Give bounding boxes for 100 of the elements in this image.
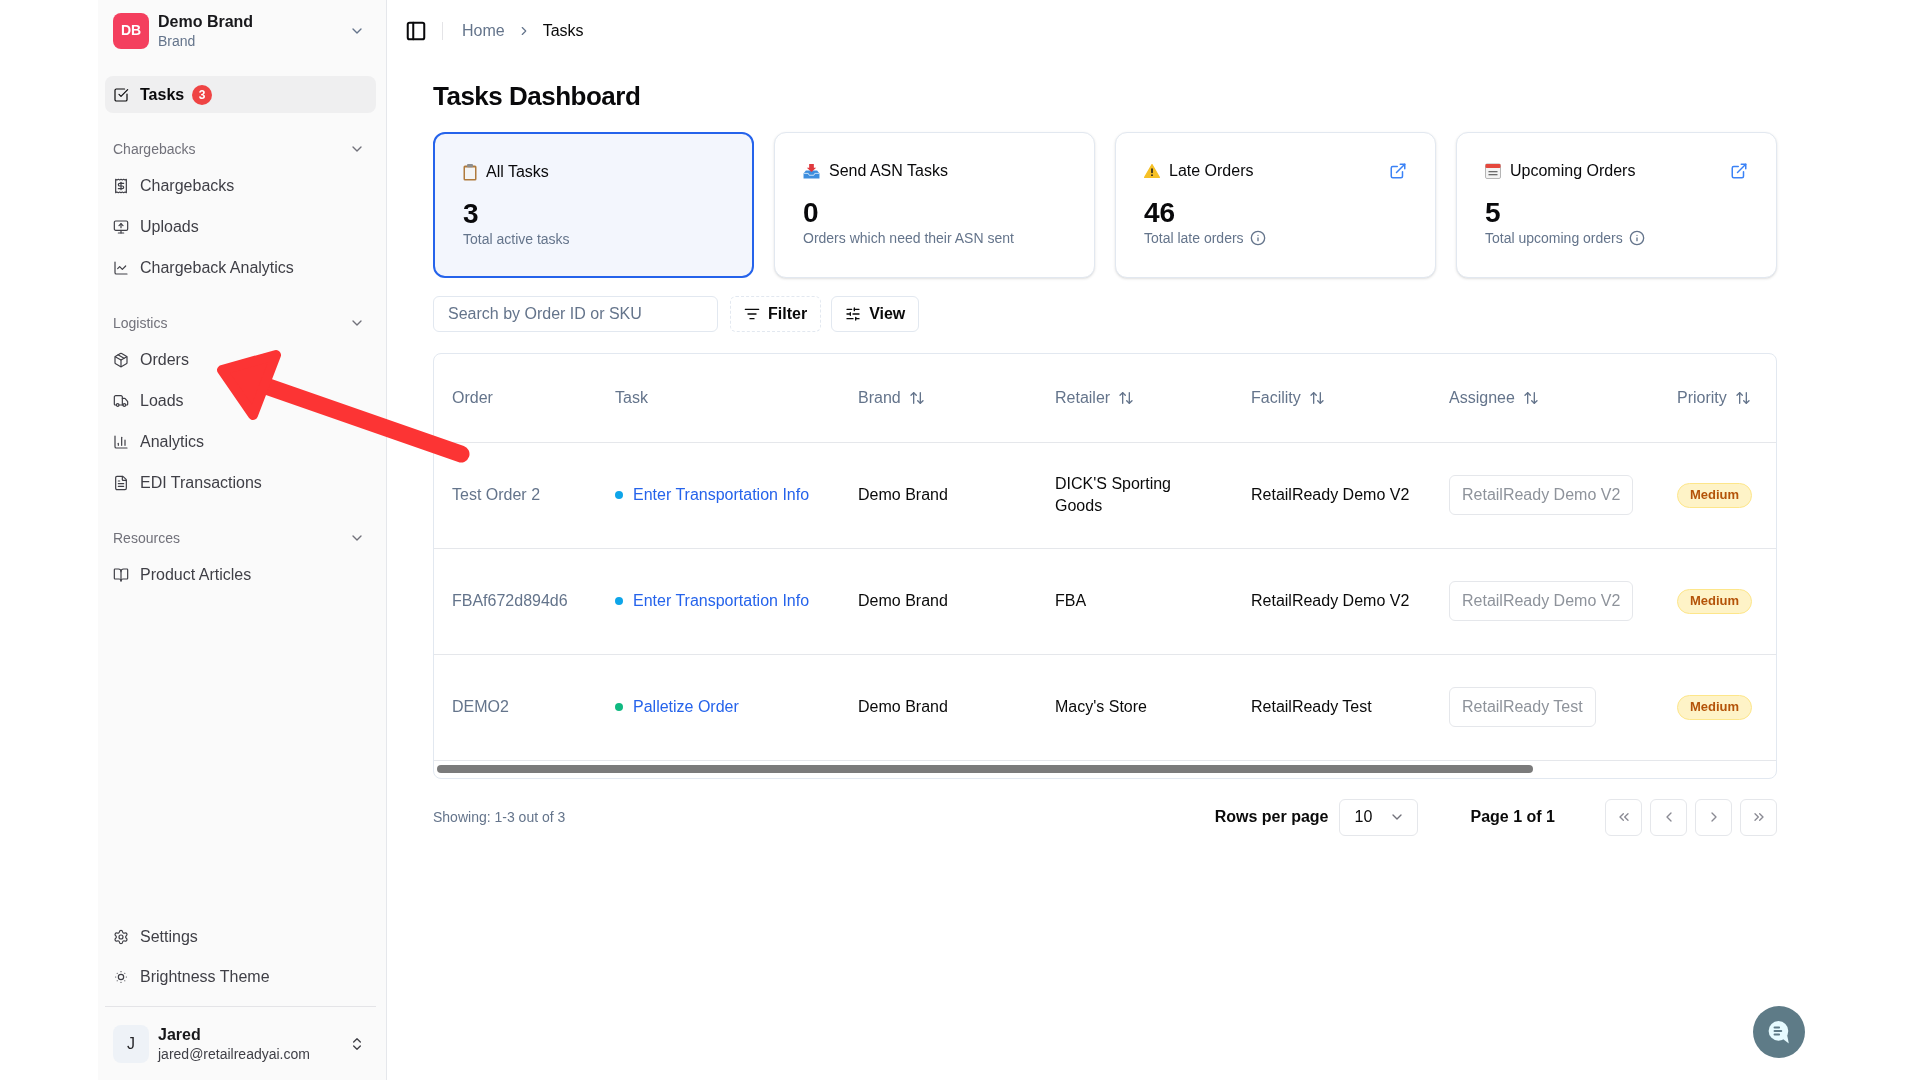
priority-badge: Medium	[1677, 588, 1753, 614]
sort-icon	[908, 389, 925, 406]
line-chart-icon	[113, 259, 129, 276]
sidebar-item[interactable]: Orders	[105, 339, 376, 380]
search-field[interactable]: Search by Order ID or SKU	[433, 296, 718, 332]
sidebar-item[interactable]: Analytics	[105, 421, 376, 462]
section-header[interactable]: Logistics	[105, 307, 376, 339]
count-badge: 3	[192, 84, 213, 105]
brand-name: Demo Brand	[858, 486, 948, 503]
scrollbar-thumb[interactable]	[437, 765, 1533, 773]
stat-card[interactable]: Late Orders 46 Total late orders	[1115, 132, 1436, 278]
sliders-icon	[845, 306, 862, 322]
sidebar-item[interactable]: Chargebacks	[105, 165, 376, 206]
task-link[interactable]: Enter Transportation Info	[633, 483, 810, 507]
sort-icon	[1118, 389, 1135, 406]
card-value: 0	[803, 199, 819, 227]
card-caption: Total late orders	[1144, 228, 1244, 248]
card-caption: Total upcoming orders	[1485, 228, 1623, 248]
settings-icon	[113, 929, 129, 945]
book-icon	[113, 566, 129, 583]
brand-name: Demo Brand	[858, 698, 948, 715]
filter-icon	[744, 306, 760, 322]
card-title: All Tasks	[486, 162, 549, 182]
user-avatar[interactable]: J	[113, 1024, 149, 1063]
truck-icon	[113, 392, 129, 409]
stat-card[interactable]: All Tasks 3 Total active tasks	[433, 132, 754, 278]
sidebar-item[interactable]: Settings	[105, 917, 376, 957]
monitor-upload-icon	[113, 218, 129, 235]
retailer-name: Macy's Store	[1055, 697, 1147, 717]
sidebar-item[interactable]: EDI Transactions	[105, 462, 376, 503]
sort-icon	[1308, 389, 1325, 406]
card-title: Upcoming Orders	[1510, 161, 1636, 181]
card-caption: Total active tasks	[463, 229, 570, 249]
warning-icon	[1144, 164, 1160, 178]
retailer-name: DICK'S Sporting Goods	[1055, 474, 1172, 516]
section-header[interactable]: Chargebacks	[105, 133, 376, 165]
user-name: Jared	[158, 1024, 202, 1045]
stat-card[interactable]: Upcoming Orders 5 Total upcoming orders	[1456, 132, 1777, 278]
sidebar-item[interactable]: Tasks 3	[105, 76, 376, 113]
column-header[interactable]: Brand	[858, 385, 925, 410]
order-id: DEMO2	[452, 698, 509, 715]
order-id: FBAf672d894d6	[452, 592, 568, 609]
panel-icon	[405, 20, 427, 42]
info-icon[interactable]	[1249, 230, 1266, 246]
column-header[interactable]: Retailer	[1055, 385, 1135, 410]
sidebar-toggle-button[interactable]	[405, 20, 427, 42]
bar-chart-icon	[113, 433, 129, 450]
workspace-name: Demo Brand	[158, 11, 254, 32]
column-header: Task	[615, 388, 648, 406]
sidebar-item[interactable]: Chargeback Analytics	[105, 247, 376, 288]
chat-bubble-icon	[1767, 1020, 1791, 1044]
clipboard-icon	[463, 163, 477, 181]
sidebar-item[interactable]: Uploads	[105, 206, 376, 247]
page-indicator: Page 1 of 1	[1470, 807, 1555, 827]
filter-button[interactable]: Filter	[730, 296, 822, 332]
sidebar-item[interactable]: Product Articles	[105, 554, 376, 595]
package-icon	[113, 351, 129, 368]
facility-name: RetailReady Demo V2	[1251, 486, 1410, 503]
page-title: Tasks Dashboard	[433, 80, 641, 112]
brand-avatar[interactable]: DB	[113, 12, 149, 49]
task-link[interactable]: Enter Transportation Info	[633, 589, 810, 613]
card-value: 5	[1485, 199, 1501, 227]
column-header[interactable]: Assignee	[1449, 385, 1539, 410]
column-header: Order	[452, 388, 493, 406]
card-title: Send ASN Tasks	[829, 161, 948, 181]
inbox-tray-icon	[803, 163, 820, 179]
column-header[interactable]: Priority	[1677, 385, 1751, 410]
brand-name: Demo Brand	[858, 592, 948, 609]
facility-name: RetailReady Demo V2	[1251, 592, 1410, 609]
retailer-name: FBA	[1055, 591, 1087, 611]
sort-icon	[1522, 389, 1539, 406]
sidebar-item[interactable]: Loads	[105, 380, 376, 421]
rows-per-page-label: Rows per page	[1214, 807, 1329, 827]
priority-badge: Medium	[1677, 694, 1753, 720]
column-header[interactable]: Facility	[1251, 385, 1325, 410]
page-summary: Showing: 1-3 out of 3	[433, 807, 566, 827]
view-button[interactable]: View	[831, 296, 920, 332]
breadcrumb-current: Tasks	[542, 21, 584, 41]
card-value: 3	[463, 200, 479, 228]
external-link-icon[interactable]	[1730, 162, 1748, 180]
receipt-icon	[113, 177, 129, 194]
stat-card[interactable]: Send ASN Tasks 0 Orders which need their ASN sent	[774, 132, 1095, 278]
sun-icon	[113, 969, 129, 985]
card-title: Late Orders	[1169, 161, 1254, 181]
checkbox-icon	[113, 86, 129, 103]
external-link-icon[interactable]	[1389, 162, 1407, 180]
task-link[interactable]: Palletize Order	[633, 695, 739, 719]
sort-icon	[1734, 389, 1751, 406]
section-header[interactable]: Resources	[105, 522, 376, 554]
info-icon[interactable]	[1628, 230, 1645, 246]
facility-name: RetailReady Test	[1251, 698, 1372, 715]
user-email: jared@retailreadyai.com	[158, 1044, 310, 1063]
workspace-type: Brand	[158, 31, 197, 50]
document-icon	[113, 474, 129, 491]
rows-per-page-select[interactable]: 10	[1338, 798, 1418, 836]
sidebar-item[interactable]: Brightness Theme	[105, 957, 376, 997]
breadcrumb-link[interactable]: Home	[462, 19, 505, 43]
calendar-icon	[1485, 163, 1501, 179]
order-id: Test Order 2	[452, 486, 541, 503]
card-value: 46	[1144, 199, 1176, 227]
